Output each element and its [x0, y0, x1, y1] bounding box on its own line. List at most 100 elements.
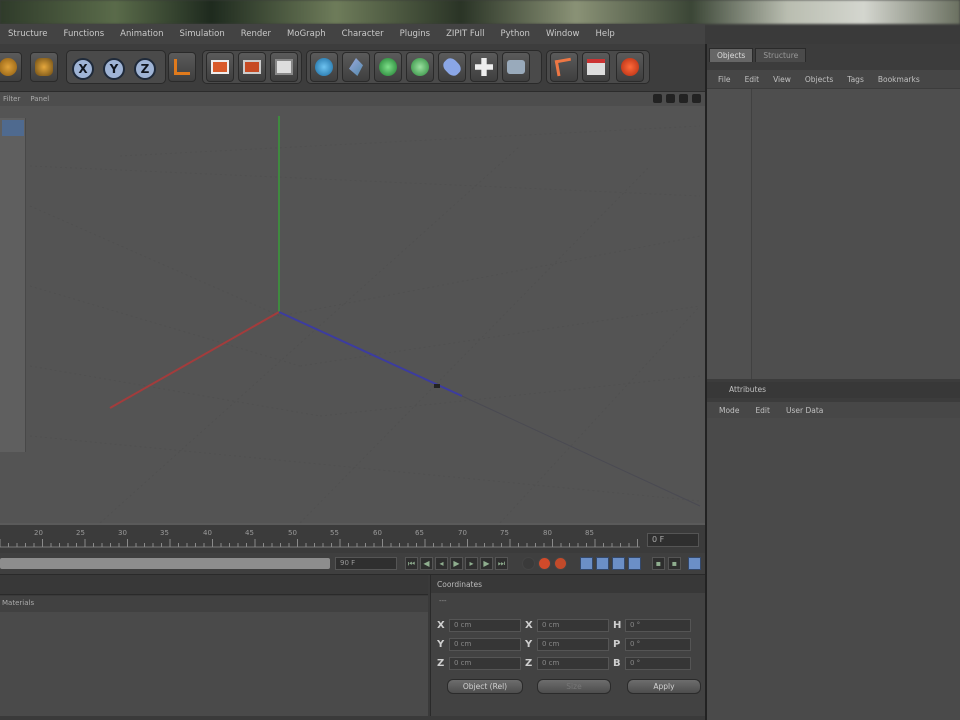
size-y-field[interactable]: 0 cm: [537, 638, 609, 651]
frame-range-slider[interactable]: [0, 558, 330, 569]
render-picture-viewer-button[interactable]: [238, 52, 266, 82]
tick-label: 55: [330, 529, 339, 537]
timeline-mode-icon[interactable]: [688, 557, 701, 570]
key-param-icon[interactable]: [628, 557, 641, 570]
om-menu-edit[interactable]: Edit: [738, 75, 767, 84]
environment-icon: [475, 58, 493, 76]
rotation-h-field[interactable]: 0 °: [625, 619, 691, 632]
camera-button[interactable]: [502, 52, 530, 82]
menu-plugins[interactable]: Plugins: [392, 29, 438, 39]
go-to-start-button[interactable]: ⏮: [405, 557, 418, 570]
menu-structure[interactable]: Structure: [0, 29, 56, 39]
tick-label: 35: [160, 529, 169, 537]
attr-menu-userdata[interactable]: User Data: [778, 406, 831, 415]
rotate-view-icon[interactable]: [679, 94, 688, 103]
key-position-icon[interactable]: [580, 557, 593, 570]
menu-python[interactable]: Python: [492, 29, 537, 39]
menu-animation[interactable]: Animation: [112, 29, 171, 39]
record-button[interactable]: [616, 52, 644, 82]
environment-button[interactable]: [470, 52, 498, 82]
coordinates-title-bar: Coordinates: [431, 575, 706, 593]
end-frame-field[interactable]: 90 F: [335, 557, 397, 570]
keyframe-selection-icon[interactable]: [554, 557, 567, 570]
viewport-menu-panel[interactable]: Panel: [30, 95, 49, 103]
om-menu-file[interactable]: File: [711, 75, 738, 84]
coordinate-system-button[interactable]: [168, 52, 196, 82]
live-selection-button[interactable]: [550, 52, 578, 82]
zoom-view-icon[interactable]: [666, 94, 675, 103]
autokey-icon[interactable]: [538, 557, 551, 570]
menu-simulation[interactable]: Simulation: [171, 29, 232, 39]
apply-button[interactable]: Apply: [627, 679, 701, 694]
size-z-field[interactable]: 0 cm: [537, 657, 609, 670]
menu-mograph[interactable]: MoGraph: [279, 29, 334, 39]
tab-objects[interactable]: Objects: [709, 48, 754, 62]
y-axis-lock-icon[interactable]: Y: [103, 58, 125, 80]
key-rotation-icon[interactable]: [612, 557, 625, 570]
pen-spline-button[interactable]: [342, 52, 370, 82]
timeline-button[interactable]: [582, 52, 610, 82]
attributes-body[interactable]: [707, 418, 960, 720]
move-view-icon[interactable]: [653, 94, 662, 103]
menu-functions[interactable]: Functions: [56, 29, 113, 39]
om-menu-view[interactable]: View: [766, 75, 798, 84]
coordinate-system-icon: [174, 59, 190, 75]
tick-label: 50: [288, 529, 297, 537]
rotate-tool-button[interactable]: [30, 52, 58, 82]
tick-label: 45: [245, 529, 254, 537]
x-axis-lock-icon[interactable]: X: [72, 58, 94, 80]
rotation-b-field[interactable]: 0 °: [625, 657, 691, 670]
render-view-button[interactable]: [206, 52, 234, 82]
prev-key-button[interactable]: ◀: [420, 557, 433, 570]
coord-label: X: [437, 620, 445, 631]
timeline-ruler[interactable]: 20 25 30 35 40 45 50 55 60 65 70 75 80 8…: [0, 523, 705, 553]
om-menu-bookmarks[interactable]: Bookmarks: [871, 75, 927, 84]
render-settings-button[interactable]: [270, 52, 298, 82]
materials-menu[interactable]: Materials: [0, 596, 428, 612]
toggle-view-icon[interactable]: [692, 94, 701, 103]
array-button[interactable]: [406, 52, 434, 82]
om-menu-tags[interactable]: Tags: [840, 75, 871, 84]
coordinate-mode-dropdown[interactable]: Object (Rel): [447, 679, 523, 694]
next-key-button[interactable]: ▶: [480, 557, 493, 570]
key-scale-icon[interactable]: [596, 557, 609, 570]
current-frame-field[interactable]: 0 F: [647, 533, 699, 547]
scale-tool-button[interactable]: [0, 52, 22, 82]
rotation-p-field[interactable]: 0 °: [625, 638, 691, 651]
menu-window[interactable]: Window: [538, 29, 588, 39]
next-frame-button[interactable]: ▸: [465, 557, 478, 570]
position-z-field[interactable]: 0 cm: [449, 657, 521, 670]
attr-menu-edit[interactable]: Edit: [747, 406, 778, 415]
object-manager-menu: File Edit View Objects Tags Bookmarks: [707, 70, 960, 88]
viewport-menu-filter[interactable]: Filter: [3, 95, 20, 103]
deformer-icon: [440, 55, 464, 79]
object-list[interactable]: [707, 89, 960, 379]
materials-body[interactable]: [0, 612, 428, 716]
menu-zipit[interactable]: ZIPIT Full: [438, 29, 492, 39]
play-button[interactable]: ▶: [450, 557, 463, 570]
menu-help[interactable]: Help: [587, 29, 622, 39]
menu-character[interactable]: Character: [334, 29, 392, 39]
prev-frame-button[interactable]: ◂: [435, 557, 448, 570]
deformer-button[interactable]: [438, 52, 466, 82]
size-mode-dropdown[interactable]: Size: [537, 679, 611, 694]
attributes-menu: Mode Edit User Data: [707, 402, 960, 418]
key-pla-button[interactable]: ▪: [652, 557, 665, 570]
position-y-field[interactable]: 0 cm: [449, 638, 521, 651]
om-menu-objects[interactable]: Objects: [798, 75, 840, 84]
coordinates-sub: ---: [439, 597, 447, 605]
z-axis-lock-icon[interactable]: Z: [134, 58, 156, 80]
size-x-field[interactable]: 0 cm: [537, 619, 609, 632]
coordinates-panel: Coordinates --- X 0 cm X 0 cm H 0 ° Y 0 …: [430, 575, 706, 716]
3d-viewport[interactable]: [0, 106, 705, 523]
key-point-button[interactable]: ▪: [668, 557, 681, 570]
attr-menu-mode[interactable]: Mode: [711, 406, 747, 415]
timeline-icon: [587, 59, 605, 75]
record-active-icon[interactable]: [522, 557, 535, 570]
position-x-field[interactable]: 0 cm: [449, 619, 521, 632]
go-to-end-button[interactable]: ⏭: [495, 557, 508, 570]
nurbs-button[interactable]: [374, 52, 402, 82]
menu-render[interactable]: Render: [233, 29, 279, 39]
tab-structure[interactable]: Structure: [755, 48, 807, 62]
cube-object-button[interactable]: [310, 52, 338, 82]
